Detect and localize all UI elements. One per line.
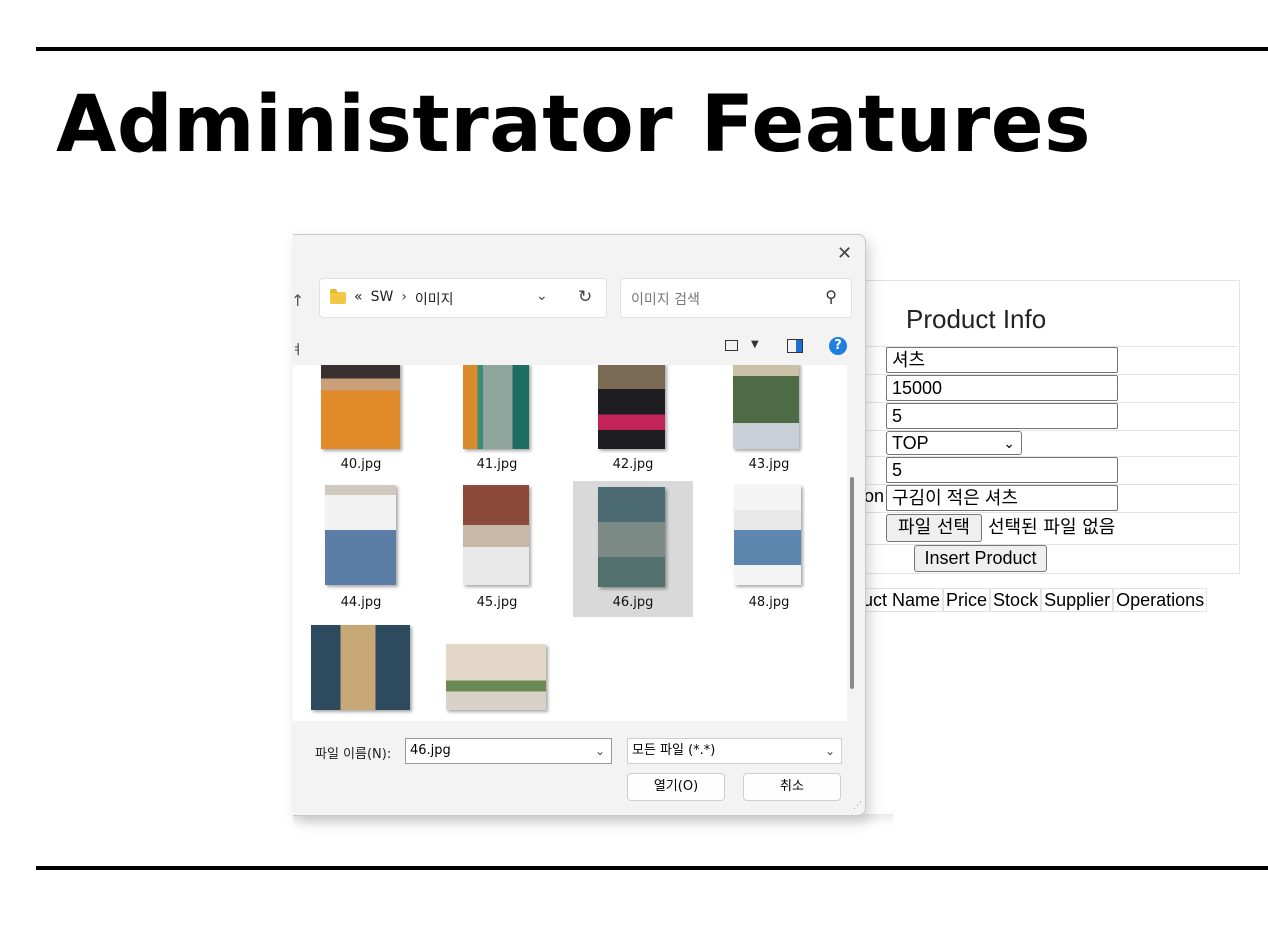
description-label: on: [864, 486, 885, 506]
folder-icon: [330, 289, 346, 304]
file-list: 40.jpg 41.jpg 42.jpg 43.jpg 44.jpg 45.jp…: [293, 365, 847, 721]
file-type-select[interactable]: 모든 파일 (*.*) ⌄: [627, 738, 842, 764]
preview-pane-icon[interactable]: [787, 339, 803, 353]
filename-input[interactable]: 46.jpg ⌄: [405, 738, 612, 764]
chevron-down-icon[interactable]: ⌄: [595, 739, 605, 763]
image-thumbnail: [325, 485, 396, 585]
image-thumbnail: [598, 487, 665, 587]
image-thumbnail: [463, 485, 529, 585]
file-tile[interactable]: 42.jpg: [573, 365, 693, 499]
file-name: 46.jpg: [612, 595, 654, 610]
address-bar[interactable]: « SW › 이미지 ⌄ ↻: [319, 278, 607, 318]
column-header: Stock: [990, 588, 1042, 612]
help-icon[interactable]: ?: [829, 337, 847, 355]
vertical-scrollbar[interactable]: [850, 477, 854, 689]
breadcrumb-item-images[interactable]: 이미지: [415, 289, 454, 309]
form-heading: Product Info: [906, 304, 1047, 334]
category-select-value: TOP: [892, 433, 929, 453]
cancel-button[interactable]: 취소: [743, 773, 841, 801]
caret-down-icon[interactable]: ▼: [751, 339, 759, 350]
file-tile-selected[interactable]: 46.jpg: [573, 481, 693, 617]
open-button[interactable]: 열기(O): [627, 773, 725, 801]
organize-menu-fragment[interactable]: ㅕ: [293, 339, 303, 358]
up-arrow-icon[interactable]: ↑: [293, 291, 304, 310]
breadcrumb-overflow[interactable]: «: [354, 289, 363, 309]
image-thumbnail: [598, 365, 665, 449]
view-mode-icon[interactable]: [725, 340, 738, 351]
image-thumbnail[interactable]: [311, 625, 410, 710]
image-thumbnail[interactable]: [446, 644, 546, 710]
filename-value: 46.jpg: [410, 743, 451, 758]
search-icon[interactable]: ⚲: [825, 287, 837, 306]
category-select[interactable]: TOP ⌄: [886, 431, 1022, 455]
chevron-down-icon: ⌄: [824, 744, 835, 758]
file-tile[interactable]: 45.jpg: [437, 481, 557, 617]
column-header: uct Name: [860, 588, 944, 612]
file-name: 40.jpg: [340, 457, 382, 472]
file-tile[interactable]: 43.jpg: [709, 365, 829, 499]
column-header: Operations: [1113, 588, 1208, 612]
image-thumbnail: [733, 365, 799, 449]
file-name: 48.jpg: [748, 595, 790, 610]
search-input[interactable]: 이미지 검색: [631, 289, 700, 309]
file-tile[interactable]: 44.jpg: [301, 481, 421, 617]
file-tile[interactable]: 48.jpg: [709, 481, 829, 617]
column-header: Supplier: [1041, 588, 1114, 612]
chevron-down-icon: ⌄: [1003, 435, 1015, 451]
file-name: 44.jpg: [340, 595, 382, 610]
product-table-header: uct Name Price Stock Supplier Operations: [860, 588, 1208, 612]
choose-file-button[interactable]: 파일 선택: [886, 514, 982, 542]
file-open-dialog: ✕ ↑ « SW › 이미지 ⌄ ↻ 이미지 검색 ⚲ ㅕ ▼ ? 40.jpg…: [293, 234, 866, 816]
price-input[interactable]: 15000: [886, 375, 1118, 401]
close-icon[interactable]: ✕: [837, 243, 852, 264]
image-thumbnail: [463, 365, 529, 449]
image-thumbnail: [734, 485, 801, 585]
chevron-down-icon[interactable]: ⌄: [536, 288, 548, 304]
file-name: 42.jpg: [612, 457, 654, 472]
column-header: Price: [943, 588, 991, 612]
file-type-value: 모든 파일 (*.*): [632, 743, 716, 758]
file-tile[interactable]: 41.jpg: [437, 365, 557, 499]
slide-title: Administrator Features: [56, 80, 1092, 170]
refresh-icon[interactable]: ↻: [578, 287, 592, 307]
insert-product-button[interactable]: Insert Product: [914, 545, 1047, 572]
file-status: 선택된 파일 없음: [988, 517, 1116, 538]
product-name-input[interactable]: 셔츠: [886, 347, 1118, 373]
breadcrumb-item-sw[interactable]: SW: [371, 289, 394, 309]
bottom-rule: [36, 866, 1268, 870]
description-input[interactable]: 구김이 적은 셔츠: [886, 485, 1118, 511]
image-thumbnail: [321, 365, 400, 449]
breadcrumb: « SW › 이미지: [354, 289, 454, 309]
supplier-input[interactable]: 5: [886, 457, 1118, 483]
file-name: 43.jpg: [748, 457, 790, 472]
resize-grip-icon[interactable]: ⋰: [853, 801, 862, 811]
stock-input[interactable]: 5: [886, 403, 1118, 429]
top-rule: [36, 47, 1268, 51]
file-name: 41.jpg: [476, 457, 518, 472]
file-tile[interactable]: 40.jpg: [301, 365, 421, 499]
row-divider: [860, 512, 1238, 513]
file-name: 45.jpg: [476, 595, 518, 610]
filename-label: 파일 이름(N):: [315, 747, 392, 762]
chevron-right-icon: ›: [401, 289, 407, 305]
search-box[interactable]: 이미지 검색 ⚲: [620, 278, 852, 318]
